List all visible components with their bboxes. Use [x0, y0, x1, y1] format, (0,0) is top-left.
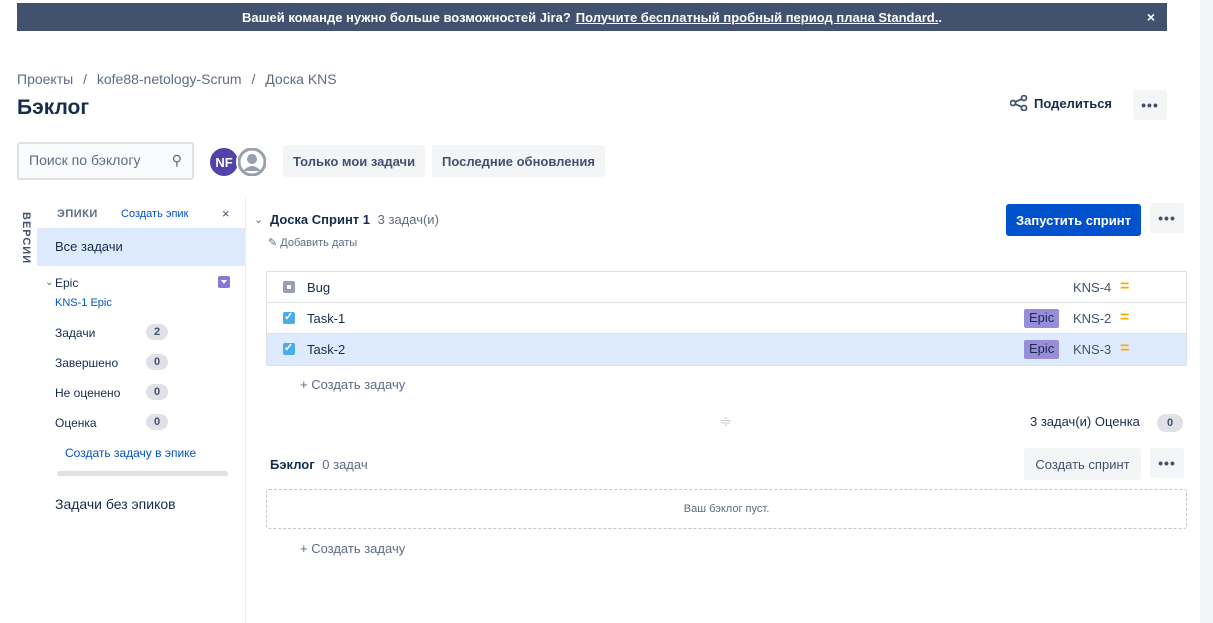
share-button[interactable]: Поделиться [1010, 95, 1112, 111]
stat-estimate-badge: 0 [146, 414, 168, 430]
issue-row[interactable]: Bug KNS-4 = [267, 272, 1186, 303]
priority-medium-icon: = [1120, 340, 1130, 357]
create-task-in-epic[interactable]: Создать задачу в эпике [65, 446, 196, 460]
close-epics-icon[interactable]: × [222, 206, 230, 221]
backlog-name: Бэклог [270, 457, 315, 472]
stat-done-label: Завершено [55, 356, 119, 370]
add-dates-label: Добавить даты [280, 237, 358, 249]
backlog-count: 0 задач [322, 457, 368, 472]
issue-summary: Task-1 [307, 311, 346, 326]
epics-header: ЭПИКИ [57, 208, 98, 220]
filter-my-tasks[interactable]: Только мои задачи [283, 145, 426, 177]
issue-key[interactable]: KNS-4 [1073, 280, 1111, 295]
page-title: Бэклог [17, 96, 90, 119]
task-icon [283, 341, 295, 355]
add-dates-button[interactable]: ✎ Добавить даты [268, 236, 357, 249]
breadcrumb: Проекты / kofe88-netology-Scrum / Доска … [17, 71, 337, 87]
drag-handle-icon[interactable]: ≑ [720, 413, 732, 430]
epic-lozenge: Epic [1024, 309, 1060, 328]
epic-filter-all[interactable]: Все задачи [37, 228, 245, 266]
page-more-button[interactable]: ••• [1133, 90, 1167, 120]
stat-tasks-label: Задачи [55, 326, 96, 340]
issue-key[interactable]: KNS-3 [1073, 342, 1111, 357]
scrollbar-track[interactable] [1200, 0, 1213, 623]
breadcrumb-projects[interactable]: Проекты [17, 71, 73, 87]
promo-banner: Вашей команде нужно больше возможностей … [17, 3, 1167, 31]
sprint-issue-list: Bug KNS-4 = Task-1 Epic KNS-2 = Task-2 E… [266, 271, 1187, 366]
epic-progress-bar [57, 471, 228, 476]
epic-expand-icon[interactable] [218, 276, 230, 288]
versions-panel-toggle[interactable]: ВЕРСИИ [14, 212, 32, 264]
epic-lozenge: Epic [1024, 340, 1060, 359]
epic-filter-none[interactable]: Задачи без эпиков [55, 496, 176, 512]
epic-key[interactable]: KNS-1 Epic [55, 297, 112, 309]
stat-estimate-label: Оценка [55, 416, 97, 430]
banner-text: Вашей команде нужно больше возможностей … [242, 9, 571, 25]
pencil-icon: ✎ [268, 237, 278, 249]
banner-close-icon[interactable]: × [1147, 9, 1155, 25]
priority-medium-icon: = [1120, 309, 1130, 326]
avatar-generic[interactable] [236, 146, 268, 178]
stat-tasks-badge: 2 [146, 324, 168, 340]
task-icon [283, 310, 295, 324]
issue-summary: Bug [307, 280, 331, 295]
issue-key[interactable]: KNS-2 [1073, 311, 1111, 326]
issue-summary: Task-2 [307, 342, 346, 357]
backlog-empty-state: Ваш бэклог пуст. [266, 489, 1187, 529]
share-label: Поделиться [1034, 95, 1113, 111]
sprint-chevron-icon[interactable]: ⌄ [254, 213, 263, 226]
search-input[interactable]: Поиск по бэклогу ⚲ [17, 142, 194, 180]
sprint-more-button[interactable]: ••• [1150, 203, 1184, 233]
filter-recent-updates[interactable]: Последние обновления [432, 145, 605, 177]
issue-row[interactable]: Task-2 Epic KNS-3 = [267, 334, 1186, 365]
issue-row[interactable]: Task-1 Epic KNS-2 = [267, 303, 1186, 334]
sprint-create-task-button[interactable]: + Создать задачу [300, 377, 405, 392]
sprint-estimate-badge: 0 [1157, 414, 1183, 432]
sprint-header: Доска Спринт 1 3 задач(и) [270, 212, 439, 227]
epic-name[interactable]: Epic [55, 276, 78, 290]
banner-trial-link[interactable]: Получите бесплатный пробный период плана… [576, 10, 939, 25]
user-icon [238, 148, 266, 176]
chevron-down-icon[interactable]: ⌄ [45, 277, 53, 288]
search-placeholder: Поиск по бэклогу [29, 152, 141, 168]
search-icon: ⚲ [171, 152, 182, 168]
bug-icon [283, 281, 295, 293]
backlog-more-button[interactable]: ••• [1150, 448, 1184, 478]
stat-unestimated-badge: 0 [146, 384, 168, 400]
stat-unestimated-label: Не оценено [55, 386, 121, 400]
stat-done-badge: 0 [146, 354, 168, 370]
sprint-count: 3 задач(и) [377, 212, 439, 227]
breadcrumb-project[interactable]: kofe88-netology-Scrum [97, 71, 242, 87]
banner-suffix: . [938, 9, 942, 25]
priority-medium-icon: = [1120, 278, 1130, 295]
breadcrumb-board[interactable]: Доска KNS [265, 71, 336, 87]
create-epic-button[interactable]: Создать эпик [121, 208, 188, 220]
start-sprint-button[interactable]: Запустить спринт [1006, 204, 1141, 236]
backlog-create-task-button[interactable]: + Создать задачу [300, 541, 405, 556]
share-icon [1010, 95, 1028, 111]
sprint-name[interactable]: Доска Спринт 1 [270, 212, 370, 227]
create-sprint-button[interactable]: Создать спринт [1024, 448, 1141, 480]
backlog-header: Бэклог 0 задач [270, 457, 368, 472]
sprint-summary: 3 задач(и) Оценка [1030, 414, 1140, 429]
